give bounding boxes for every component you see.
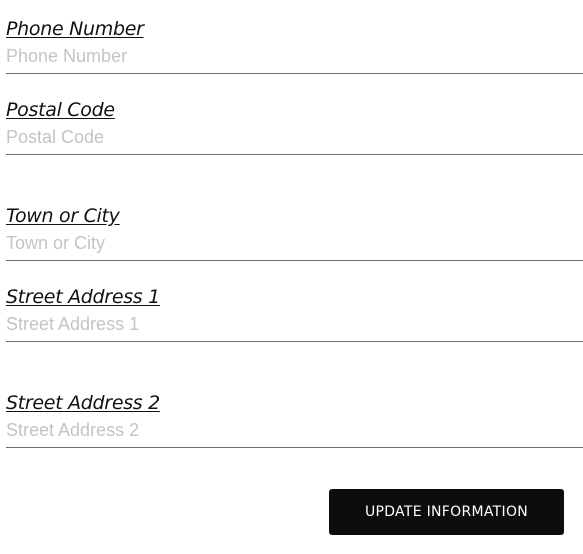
street-address-1-field-group: Street Address 1 bbox=[6, 286, 583, 342]
street-address-2-input[interactable] bbox=[6, 414, 583, 448]
town-or-city-field-group: Town or City bbox=[6, 205, 583, 261]
street-address-1-input[interactable] bbox=[6, 308, 583, 342]
postal-code-field-group: Postal Code bbox=[6, 99, 583, 155]
phone-number-input[interactable] bbox=[6, 40, 583, 74]
street-address-1-label: Street Address 1 bbox=[6, 286, 160, 308]
town-or-city-input[interactable] bbox=[6, 227, 583, 261]
postal-code-label: Postal Code bbox=[6, 99, 115, 121]
street-address-2-label: Street Address 2 bbox=[6, 392, 160, 414]
postal-code-input[interactable] bbox=[6, 121, 583, 155]
phone-number-label: Phone Number bbox=[6, 18, 144, 40]
phone-number-field-group: Phone Number bbox=[6, 18, 583, 74]
street-address-2-field-group: Street Address 2 bbox=[6, 392, 583, 448]
town-or-city-label: Town or City bbox=[6, 205, 120, 227]
update-information-button[interactable]: UPDATE INFORMATION bbox=[329, 489, 564, 535]
